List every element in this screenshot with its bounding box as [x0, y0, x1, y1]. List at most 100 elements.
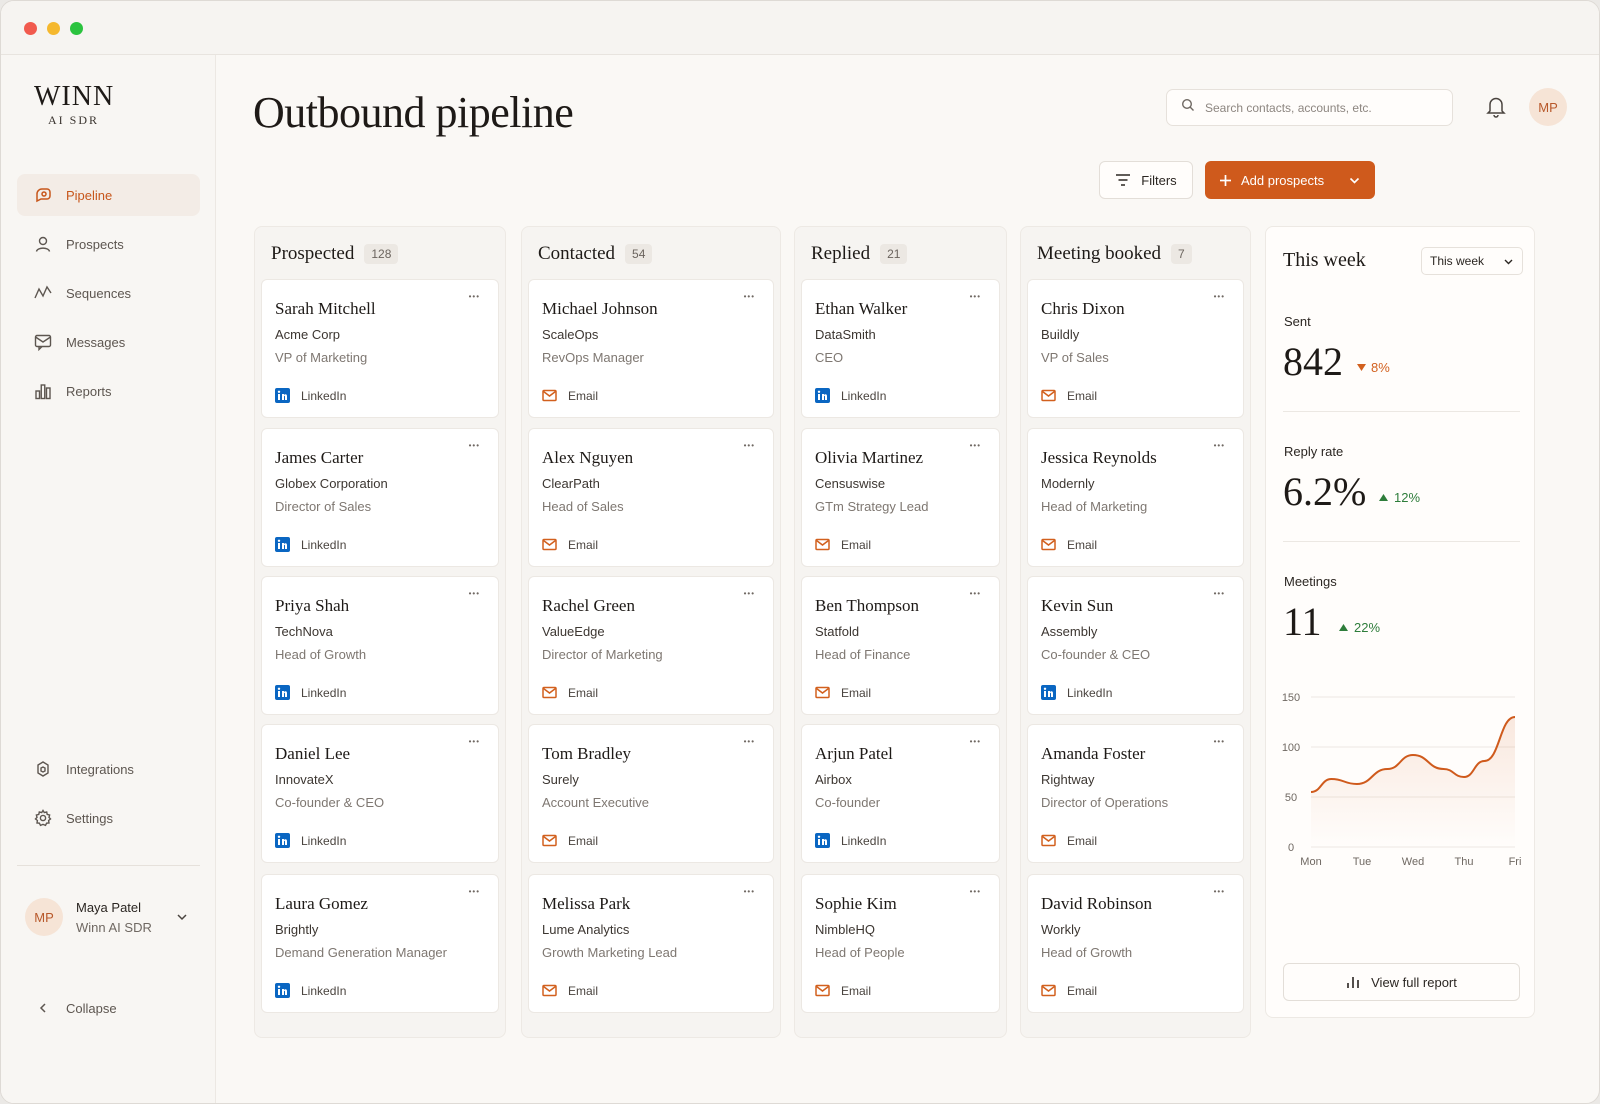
- add-options-chevron-icon[interactable]: [1348, 174, 1361, 187]
- column-title: Replied: [811, 243, 871, 264]
- y-tick-label: 150: [1282, 692, 1300, 704]
- more-options-icon[interactable]: •••: [744, 589, 755, 598]
- email-icon: [1041, 833, 1056, 848]
- channel-label: Email: [568, 833, 599, 848]
- range-select[interactable]: This week: [1421, 247, 1523, 275]
- sidebar-item-pipeline[interactable]: Pipeline: [17, 174, 200, 216]
- sidebar-item-prospects[interactable]: Prospects: [17, 223, 200, 265]
- prospect-name: James Carter: [275, 448, 364, 467]
- channel-label: Email: [1067, 833, 1098, 848]
- prospect-card[interactable]: Chris Dixon Buildly VP of Sales ••• Email: [1027, 279, 1244, 418]
- more-options-icon[interactable]: •••: [744, 737, 755, 746]
- prospect-company: Globex Corporation: [275, 476, 388, 491]
- user-menu[interactable]: MP Maya Patel Winn AI SDR: [17, 898, 200, 954]
- more-options-icon[interactable]: •••: [469, 292, 480, 301]
- close-window-button[interactable]: [24, 22, 37, 35]
- title-bar: [1, 1, 1599, 55]
- prospect-role: Director of Marketing: [542, 647, 663, 662]
- channel-tag: LinkedIn: [1041, 685, 1112, 700]
- prospect-card[interactable]: Arjun Patel Airbox Co-founder ••• LinkedIn: [801, 724, 1000, 863]
- more-options-icon[interactable]: •••: [1214, 441, 1225, 450]
- more-options-icon[interactable]: •••: [469, 589, 480, 598]
- sidebar-item-messages[interactable]: Messages: [17, 321, 200, 363]
- account-avatar[interactable]: MP: [1529, 88, 1567, 126]
- more-options-icon[interactable]: •••: [970, 887, 981, 896]
- bell-icon[interactable]: [1484, 94, 1510, 120]
- sidebar-item-integrations[interactable]: Integrations: [17, 748, 200, 790]
- sidebar-item-reports[interactable]: Reports: [17, 370, 200, 412]
- prospect-name: Priya Shah: [275, 596, 350, 615]
- prospect-card[interactable]: Sophie Kim NimbleHQ Head of People ••• Email: [801, 874, 1000, 1013]
- prospect-card[interactable]: Rachel Green ValueEdge Director of Marketi…: [528, 576, 774, 715]
- prospect-company: Brightly: [275, 922, 319, 937]
- prospect-card[interactable]: Sarah Mitchell Acme Corp VP of Marketing ••…: [261, 279, 499, 418]
- more-options-icon[interactable]: •••: [744, 441, 755, 450]
- prospect-card[interactable]: Ben Thompson Statfold Head of Finance ••• Em…: [801, 576, 1000, 715]
- more-options-icon[interactable]: •••: [970, 589, 981, 598]
- prospect-card[interactable]: Kevin Sun Assembly Co-founder & CEO ••• Link…: [1027, 576, 1244, 715]
- more-options-icon[interactable]: •••: [469, 441, 480, 450]
- prospect-card[interactable]: Daniel Lee InnovateX Co-founder & CEO ••• Li…: [261, 724, 499, 863]
- prospect-company: Censuswise: [815, 476, 886, 491]
- more-options-icon[interactable]: •••: [970, 441, 981, 450]
- collapse-button[interactable]: Collapse: [17, 987, 200, 1029]
- y-tick-label: 50: [1285, 792, 1297, 804]
- view-full-report-button[interactable]: View full report: [1283, 963, 1520, 1001]
- prospect-name: Laura Gomez: [275, 894, 368, 913]
- prospect-card[interactable]: Amanda Foster Rightway Director of Operati…: [1027, 724, 1244, 863]
- email-icon: [815, 537, 830, 552]
- linkedin-icon: [275, 983, 290, 998]
- more-options-icon[interactable]: •••: [744, 887, 755, 896]
- prospect-card[interactable]: Jessica Reynolds Modernly Head of Marketin…: [1027, 428, 1244, 567]
- more-options-icon[interactable]: •••: [1214, 589, 1225, 598]
- prospect-card[interactable]: Ethan Walker DataSmith CEO ••• LinkedIn: [801, 279, 1000, 418]
- plus-icon: [1219, 174, 1232, 187]
- channel-label: Email: [568, 983, 599, 998]
- more-options-icon[interactable]: •••: [469, 887, 480, 896]
- sidebar-item-label: Sequences: [66, 285, 132, 301]
- prospect-card[interactable]: David Robinson Workly Head of Growth ••• Ema…: [1027, 874, 1244, 1013]
- prospect-card[interactable]: Olivia Martinez Censuswise GTm Strategy Le…: [801, 428, 1000, 567]
- sidebar-item-sequences[interactable]: Sequences: [17, 272, 200, 314]
- pipeline-icon: [33, 185, 53, 205]
- search-box[interactable]: [1166, 89, 1453, 126]
- sidebar-item-settings[interactable]: Settings: [17, 797, 200, 839]
- prospect-card[interactable]: Alex Nguyen ClearPath Head of Sales ••• Emai…: [528, 428, 774, 567]
- minimize-window-button[interactable]: [47, 22, 60, 35]
- channel-tag: LinkedIn: [275, 983, 346, 998]
- linkedin-icon: [815, 388, 830, 403]
- prospect-card[interactable]: Laura Gomez Brightly Demand Generation Man…: [261, 874, 499, 1013]
- filter-icon: [1115, 173, 1131, 187]
- collapse-label: Collapse: [66, 1000, 117, 1016]
- prospect-role: CEO: [815, 350, 844, 365]
- channel-label: Email: [568, 537, 599, 552]
- prospect-card[interactable]: James Carter Globex Corporation Director o…: [261, 428, 499, 567]
- zoom-window-button[interactable]: [70, 22, 83, 35]
- stat-delta-sent: 8%: [1357, 360, 1390, 375]
- more-options-icon[interactable]: •••: [1214, 292, 1225, 301]
- prospect-card[interactable]: Tom Bradley Surely Account Executive ••• Ema…: [528, 724, 774, 863]
- channel-tag: Email: [542, 388, 598, 403]
- chevron-left-icon: [33, 998, 53, 1018]
- prospect-role: Growth Marketing Lead: [542, 945, 678, 960]
- more-options-icon[interactable]: •••: [970, 292, 981, 301]
- search-input[interactable]: [1205, 100, 1435, 115]
- prospect-role: GTm Strategy Lead: [815, 499, 929, 514]
- more-options-icon[interactable]: •••: [970, 737, 981, 746]
- prospect-role: Co-founder & CEO: [1041, 647, 1151, 662]
- more-options-icon[interactable]: •••: [744, 292, 755, 301]
- more-options-icon[interactable]: •••: [1214, 737, 1225, 746]
- channel-label: Email: [841, 537, 872, 552]
- stat-delta-value: 22%: [1354, 620, 1381, 635]
- more-options-icon[interactable]: •••: [469, 737, 480, 746]
- more-options-icon[interactable]: •••: [1214, 887, 1225, 896]
- filters-button[interactable]: Filters: [1099, 161, 1193, 199]
- add-prospects-button[interactable]: Add prospects: [1205, 161, 1375, 199]
- sidebar-item-label: Pipeline: [66, 187, 113, 203]
- sidebar-item-label: Settings: [66, 810, 113, 826]
- channel-tag: Email: [542, 685, 598, 700]
- chevron-down-icon[interactable]: [175, 910, 189, 929]
- prospect-card[interactable]: Melissa Park Lume Analytics Growth Marketi…: [528, 874, 774, 1013]
- prospect-card[interactable]: Michael Johnson ScaleOps RevOps Manager •••…: [528, 279, 774, 418]
- prospect-card[interactable]: Priya Shah TechNova Head of Growth ••• Linke…: [261, 576, 499, 715]
